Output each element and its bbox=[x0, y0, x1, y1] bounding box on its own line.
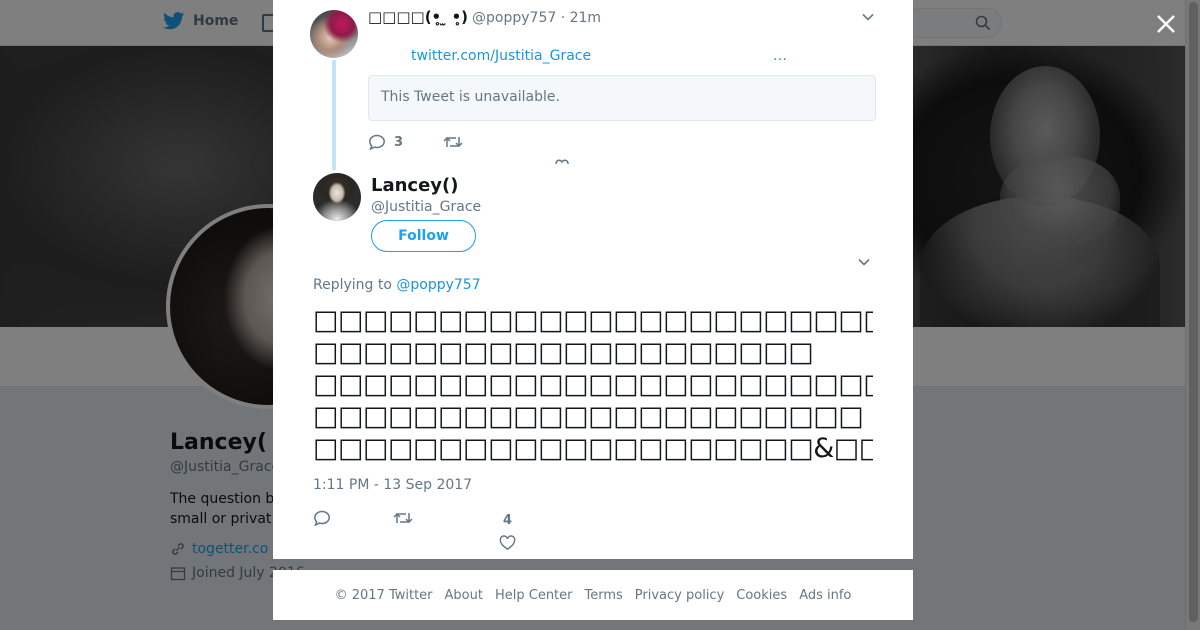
chevron-down-icon[interactable] bbox=[857, 255, 871, 269]
heart-icon[interactable] bbox=[499, 535, 516, 551]
footer-help-center[interactable]: Help Center bbox=[495, 588, 573, 603]
tweet-modal: □□□□(•̥ ̫ •̥) @poppy757 · 21m twitter.co… bbox=[273, 0, 913, 559]
parent-meta[interactable]: @poppy757 · 21m bbox=[472, 10, 601, 26]
reply-icon[interactable] bbox=[313, 510, 331, 526]
author-handle[interactable]: @Justitia_Grace bbox=[371, 199, 481, 215]
footer-about[interactable]: About bbox=[445, 588, 483, 603]
follow-button[interactable]: Follow bbox=[371, 220, 476, 252]
parent-actions: 3 bbox=[368, 134, 503, 150]
reply-icon bbox=[369, 134, 385, 150]
author-avatar[interactable] bbox=[313, 173, 361, 221]
author-name[interactable]: Lancey() bbox=[371, 175, 459, 196]
footer-privacy[interactable]: Privacy policy bbox=[635, 588, 724, 603]
close-icon[interactable] bbox=[1152, 10, 1180, 38]
replying-to: Replying to @poppy757 bbox=[313, 277, 481, 293]
quoted-tweet-unavailable: This Tweet is unavailable. bbox=[368, 75, 876, 121]
footer-terms[interactable]: Terms bbox=[585, 588, 623, 603]
thread-line bbox=[332, 60, 336, 170]
tweet-line: □□□□□□□□□□□□□□□□□□□□&□□□□□□□□□□□□□□ bbox=[313, 433, 873, 464]
footer-ads-info[interactable]: Ads info bbox=[799, 588, 851, 603]
replying-prefix: Replying to bbox=[313, 277, 397, 293]
footer-cookies[interactable]: Cookies bbox=[736, 588, 787, 603]
parent-tweet[interactable]: □□□□(•̥ ̫ •̥) @poppy757 · 21m twitter.co… bbox=[273, 0, 913, 170]
chevron-down-icon[interactable] bbox=[861, 10, 875, 24]
retweet-icon[interactable] bbox=[393, 510, 413, 526]
parent-reply-count: 3 bbox=[394, 134, 404, 150]
tweet-actions: 4 bbox=[313, 508, 593, 553]
site-footer: © 2017 Twitter About Help Center Terms P… bbox=[273, 570, 913, 620]
parent-avatar[interactable] bbox=[310, 10, 358, 58]
footer-copyright: © 2017 Twitter bbox=[334, 587, 433, 603]
parent-retweet-button[interactable] bbox=[443, 134, 463, 150]
tweet-line: □□□□□□□□□□□□□□□□□□□□□□ bbox=[313, 401, 864, 432]
parent-tweet-link[interactable]: twitter.com/Justitia_Grace bbox=[411, 48, 591, 64]
tweet-line: □□□□□□□□□□□□□□□□□□□□□□□□□□□□□□□□□□□□□□□w bbox=[313, 305, 873, 336]
replying-to-link[interactable]: @poppy757 bbox=[396, 277, 480, 293]
tweet-line: □□□□□□□□□□□□□□□□□□□□ bbox=[313, 337, 814, 368]
tweet-text: □□□□□□□□□□□□□□□□□□□□□□□□□□□□□□□□□□□□□□□w… bbox=[313, 305, 873, 465]
parent-author-name[interactable]: □□□□(•̥ ̫ •̥) bbox=[368, 8, 468, 26]
parent-header: □□□□(•̥ ̫ •̥) @poppy757 · 21m bbox=[368, 8, 601, 26]
like-count: 4 bbox=[503, 513, 513, 528]
tweet-line: □□□□□□□□□□□□□□□□□□□□□□□□□□□□□□□□□□□□ bbox=[313, 369, 873, 400]
parent-reply-button[interactable]: 3 bbox=[368, 134, 403, 150]
heart-icon[interactable] bbox=[553, 156, 571, 166]
retweet-icon bbox=[443, 136, 463, 148]
tweet-timestamp[interactable]: 1:11 PM - 13 Sep 2017 bbox=[313, 477, 472, 493]
parent-link-ellipsis[interactable]: … bbox=[773, 48, 787, 64]
